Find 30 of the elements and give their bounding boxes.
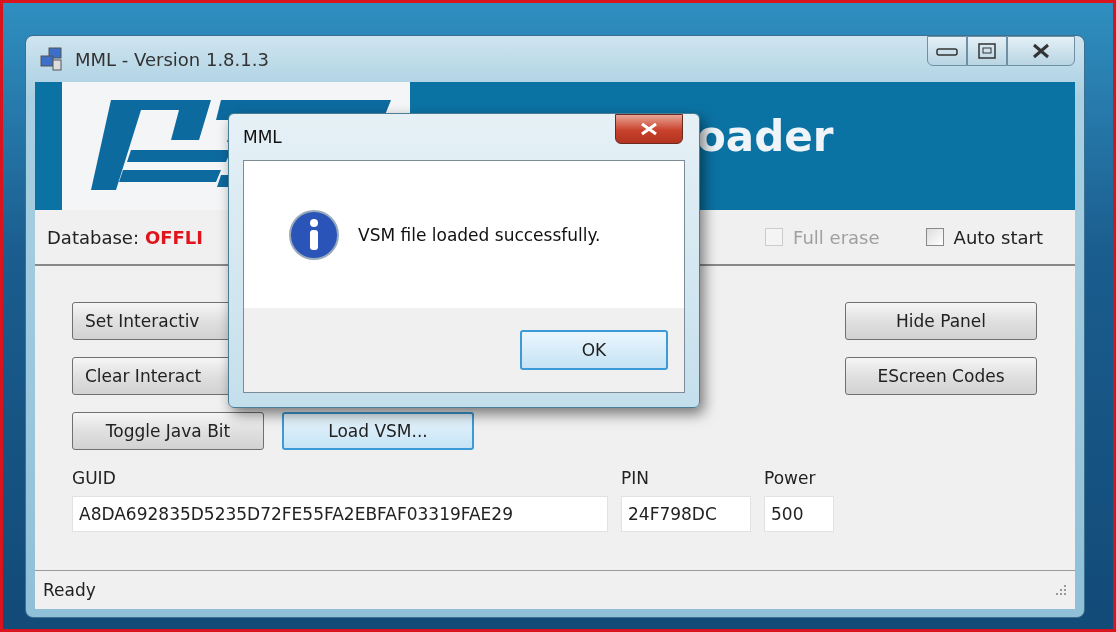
banner-title: oader: [697, 111, 834, 161]
computers-icon: [39, 46, 65, 72]
dialog-message: VSM file loaded successfully.: [358, 224, 601, 245]
checkbox-option[interactable]: Auto start: [925, 226, 1043, 248]
ok-button[interactable]: OK: [520, 330, 668, 370]
maximize-button[interactable]: [967, 36, 1007, 66]
window-title: MML - Version 1.8.1.3: [75, 48, 269, 70]
dialog-title: MML: [243, 127, 282, 147]
field-label: Power: [764, 468, 817, 488]
action-button[interactable]: Toggle Java Bit: [72, 412, 264, 450]
maximize-icon: [978, 43, 996, 59]
database-status: OFFLI: [144, 226, 203, 248]
action-button[interactable]: EScreen Codes: [845, 357, 1037, 395]
field-label: GUID: [72, 468, 117, 488]
status-text: Ready: [43, 580, 96, 600]
close-button[interactable]: [615, 114, 683, 144]
information-icon: [288, 208, 340, 261]
input-field[interactable]: A8DA692835D5235D72FE55FA2EBFAF03319FAE29: [72, 496, 608, 532]
close-icon: [1031, 43, 1051, 59]
action-button[interactable]: Load VSM...: [282, 412, 474, 450]
minimize-button[interactable]: [927, 36, 967, 66]
minimize-icon: [936, 46, 958, 56]
input-field[interactable]: 500: [764, 496, 834, 532]
resize-grip-icon: [1055, 584, 1067, 596]
close-icon: [639, 122, 659, 136]
input-field[interactable]: 24F798DC: [621, 496, 751, 532]
action-button[interactable]: Hide Panel: [845, 302, 1037, 340]
database-label: Database:: [47, 226, 139, 248]
close-button[interactable]: [1007, 36, 1075, 66]
field-label: PIN: [621, 468, 650, 488]
